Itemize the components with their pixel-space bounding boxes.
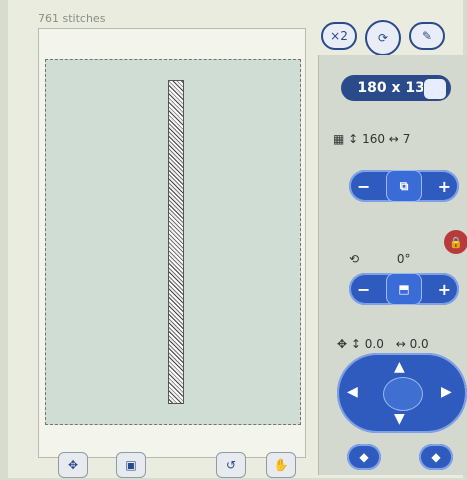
up-arrow-icon[interactable]: ▲ bbox=[394, 359, 405, 375]
width-value: 7 bbox=[402, 132, 411, 146]
x-value: 0.0 bbox=[409, 337, 429, 351]
undo-tool[interactable]: ↺ bbox=[216, 452, 246, 478]
stitch-pattern bbox=[168, 80, 184, 404]
position-readout: ✥ ↕ 0.0 ↔ 0.0 bbox=[337, 337, 429, 351]
diamond-right-icon: ◆ bbox=[431, 450, 441, 464]
hoop-area bbox=[38, 28, 306, 458]
size-plus-button[interactable]: + bbox=[438, 177, 451, 196]
move-icon: ✥ bbox=[337, 337, 348, 351]
hoop-size-button[interactable]: 180 x 130 bbox=[341, 75, 451, 101]
hoop-icon: ▣ bbox=[125, 458, 137, 472]
stitch-count: 761 stitches bbox=[38, 12, 106, 25]
x2-copies-icon: ×2 bbox=[330, 29, 348, 43]
width-glyph: ↔ bbox=[388, 132, 399, 146]
copies-button[interactable]: ×2 bbox=[321, 22, 357, 50]
height-glyph: ↕ bbox=[348, 132, 359, 146]
edit-button[interactable]: ✎ bbox=[409, 22, 445, 50]
rotation-angle: 0° bbox=[396, 252, 411, 266]
rotate-icon: ⟳ bbox=[377, 31, 389, 45]
control-panel: 180 x 130 ▦ ↕ 160 ↔ 7 − ⧉ + ⟲ 0° 🔒 − ⬒ +… bbox=[318, 55, 467, 475]
down-arrow-icon[interactable]: ▼ bbox=[394, 411, 405, 427]
right-extra-button[interactable]: ◆ bbox=[419, 444, 453, 470]
rotation-control: − ⬒ + bbox=[349, 273, 459, 305]
pen-icon: ✎ bbox=[421, 29, 433, 43]
diamond-left-icon: ◆ bbox=[359, 450, 369, 464]
hoop-icon bbox=[423, 78, 447, 100]
direction-pad[interactable]: ▲ ▼ ◀ ▶ bbox=[337, 353, 467, 433]
rotate-minus-button[interactable]: − bbox=[357, 280, 370, 299]
dimension-readout: ▦ ↕ 160 ↔ 7 bbox=[333, 132, 410, 146]
move-tool[interactable]: ✥ bbox=[58, 452, 88, 478]
stitch-field bbox=[45, 59, 301, 425]
rotation-icon: ⟲ bbox=[349, 252, 360, 266]
move-icon: ✥ bbox=[67, 458, 79, 472]
y-glyph: ↕ bbox=[350, 337, 361, 351]
undo-icon: ↺ bbox=[225, 458, 237, 472]
lock-icon[interactable]: 🔒 bbox=[444, 230, 467, 254]
left-extra-button[interactable]: ◆ bbox=[347, 444, 381, 470]
rotate-plus-button[interactable]: + bbox=[438, 280, 451, 299]
center-button[interactable] bbox=[383, 377, 423, 411]
hand-icon: ✋ bbox=[273, 458, 289, 472]
right-arrow-icon[interactable]: ▶ bbox=[441, 384, 452, 400]
height-value: 160 bbox=[362, 132, 385, 146]
size-control: − ⧉ + bbox=[349, 170, 459, 202]
rotation-readout: ⟲ 0° bbox=[349, 252, 411, 266]
frame-icon: ▦ bbox=[333, 132, 345, 146]
size-minus-button[interactable]: − bbox=[357, 177, 370, 196]
rotate-edit-icon[interactable]: ⬒ bbox=[386, 273, 422, 305]
hoop-tool[interactable]: ▣ bbox=[116, 452, 146, 478]
y-value: 0.0 bbox=[364, 337, 384, 351]
embroidery-screen: 761 stitches ×2 ⟳ ✎ 180 x 130 ▦ ↕ 160 ↔ … bbox=[8, 0, 467, 478]
x-glyph: ↔ bbox=[395, 337, 406, 351]
hand-tool[interactable]: ✋ bbox=[266, 452, 296, 478]
left-arrow-icon[interactable]: ◀ bbox=[347, 384, 358, 400]
resize-icon[interactable]: ⧉ bbox=[386, 170, 422, 202]
rotate-view-button[interactable]: ⟳ bbox=[365, 20, 401, 56]
